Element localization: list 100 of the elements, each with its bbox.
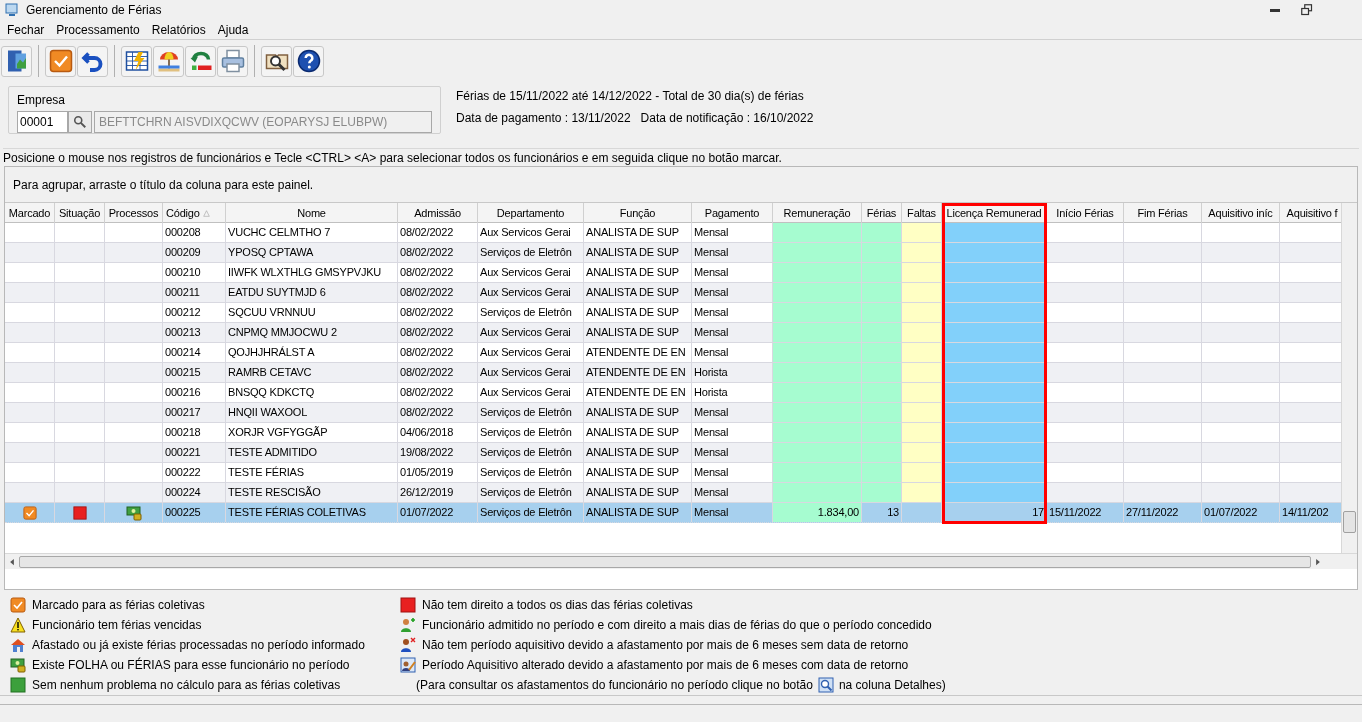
table-cell: 26/12/2019 (398, 483, 478, 502)
legend-text: Existe FOLHA ou FÉRIAS para esse funcionário no período (32, 656, 350, 674)
table-cell: 000214 (163, 343, 226, 362)
table-cell: Aux Servicos Gerai (478, 283, 584, 302)
table-cell: 08/02/2022 (398, 323, 478, 342)
minimize-icon (1270, 8, 1280, 12)
toolbar-button[interactable] (77, 45, 108, 77)
legend-text: Sem nenhum problema no cálculo para as férias coletivas (32, 677, 341, 694)
info-text: Férias de 15/11/2022 até 14/12/2022 - Total de 30 dia(s) de férias (456, 88, 805, 105)
table-cell: 000210 (163, 263, 226, 282)
legend-text: Período Aquisitivo alterado devido a afastamento por mais de 6 meses com data de retorno (422, 657, 909, 674)
table-cell: ANALISTA DE SUP (584, 463, 692, 482)
table-cell: ATENDENTE DE EN (584, 383, 692, 402)
table-cell: Aux Servicos Gerai (478, 363, 584, 382)
field-label: Empresa (17, 92, 67, 109)
house-icon (10, 637, 26, 653)
table-cell: 000212 (163, 303, 226, 322)
table-cell: Serviços de Eletrôn (478, 403, 584, 422)
table-cell: ANALISTA DE SUP (584, 423, 692, 442)
printer-icon (220, 49, 245, 73)
menu-item[interactable]: Processamento (50, 19, 146, 40)
legend-text: Não tem período aquisitivo devido a afastamento por mais de 6 meses sem data de retorno (422, 637, 909, 654)
table-cell: BNSQQ KDKCTQ (226, 383, 398, 402)
input-field[interactable]: 00001 (17, 111, 68, 133)
sort-arrow-icon (201, 208, 211, 218)
scrollbar-thumb[interactable] (1343, 511, 1357, 533)
help-icon (296, 49, 321, 73)
table-cell: VUCHC CELMTHO 7 (226, 223, 398, 242)
spreadsheet-icon (124, 49, 149, 73)
table-cell: 08/02/2022 (398, 283, 478, 302)
table-cell: Serviços de Eletrôn (478, 303, 584, 322)
table-cell: 15/11/2022 (1047, 503, 1124, 522)
menu-item[interactable]: Relatórios (145, 19, 212, 40)
checkbox-icon (48, 49, 73, 73)
table-cell: 08/02/2022 (398, 223, 478, 242)
table-cell: XORJR VGFYGGÃP (226, 423, 398, 442)
table-cell: 08/02/2022 (398, 383, 478, 402)
app-icon (4, 2, 20, 18)
table-cell: 000209 (163, 243, 226, 262)
table-cell: ATENDENTE DE EN (584, 343, 692, 362)
table-cell: Serviços de Eletrôn (478, 463, 584, 482)
legend-text: Funcionário tem férias vencidas (32, 617, 202, 634)
table-cell: 000217 (163, 403, 226, 422)
person-pencil-icon (400, 657, 416, 673)
table-cell: EATDU SUYTMJD 6 (226, 283, 398, 302)
scrollbar-thumb[interactable] (19, 555, 1311, 568)
horizontal-scrollbar[interactable] (5, 553, 1357, 569)
toolbar-button[interactable] (1, 45, 32, 77)
table-cell: ANALISTA DE SUP (584, 243, 692, 262)
table-cell: 1.834,00 (773, 503, 862, 522)
person-plus-icon (400, 617, 416, 633)
menu-item[interactable]: Fechar (1, 19, 51, 40)
legend-note: na coluna Detalhes) (838, 677, 946, 694)
table-cell: 01/07/2022 (398, 503, 478, 522)
table-cell: TESTE FÉRIAS COLETIVAS (226, 503, 398, 522)
table-cell: 000218 (163, 423, 226, 442)
table-cell: Serviços de Eletrôn (478, 503, 584, 522)
table-cell: 19/08/2022 (398, 443, 478, 462)
toolbar-button[interactable] (293, 45, 324, 77)
table-cell: 000216 (163, 383, 226, 402)
table-cell: 08/02/2022 (398, 363, 478, 382)
table-cell: Aux Servicos Gerai (478, 323, 584, 342)
legend-text: Afastado ou já existe férias processadas no período informado (32, 637, 365, 654)
return-arrow-icon (188, 49, 213, 73)
alert-square-icon (400, 597, 416, 613)
legend-text: Funcionário admitido no período e com direito a mais dias de férias do que o período concedido (422, 617, 932, 634)
table-cell: 000208 (163, 223, 226, 242)
table-cell: Serviços de Eletrôn (478, 483, 584, 502)
window-title: Gerenciamento de Férias (26, 2, 163, 19)
restore-icon (1301, 4, 1313, 16)
table-cell: 13 (862, 503, 902, 522)
ok-square-icon (10, 677, 26, 693)
table-cell: YPOSQ CPTAWA (226, 243, 398, 262)
table-cell: 08/02/2022 (398, 303, 478, 322)
table-cell: CNPMQ MMJOCWU 2 (226, 323, 398, 342)
table-cell: Aux Servicos Gerai (478, 223, 584, 242)
toolbar-button[interactable] (261, 45, 292, 77)
search-icon (73, 115, 87, 129)
info-text: Data de pagamento : 13/11/2022 Data de notificação : 16/10/2022 (456, 110, 814, 127)
vertical-scrollbar[interactable] (1341, 203, 1357, 553)
table-cell: ANALISTA DE SUP (584, 303, 692, 322)
table-cell: 000225 (163, 503, 226, 522)
magnifier-icon (817, 677, 834, 693)
person-x-icon (400, 637, 416, 653)
input-field: BEFTTCHRN AISVDIXQCWV (EOPARYSJ ELUBPW) (94, 111, 432, 133)
table-cell: 04/06/2018 (398, 423, 478, 442)
table-cell: HNQII WAXOOL (226, 403, 398, 422)
checkbox-icon[interactable] (22, 505, 37, 520)
table-cell: 08/02/2022 (398, 243, 478, 262)
legend-note: (Para consultar os afastamentos do funcionário no período clique no botão (416, 677, 813, 694)
menu-item[interactable]: Ajuda (211, 19, 255, 40)
table-cell: SQCUU VRNNUU (226, 303, 398, 322)
table-cell: IIWFK WLXTHLG GMSYPVJKU (226, 263, 398, 282)
checkbox-icon (10, 597, 26, 613)
toolbar-button[interactable] (121, 45, 152, 77)
search-button[interactable] (68, 111, 92, 133)
table-cell: 27/11/2022 (1124, 503, 1202, 522)
table-cell: 01/07/2022 (1202, 503, 1280, 522)
table-cell: 08/02/2022 (398, 403, 478, 422)
table-cell: QOJHJHRÁLST A (226, 343, 398, 362)
